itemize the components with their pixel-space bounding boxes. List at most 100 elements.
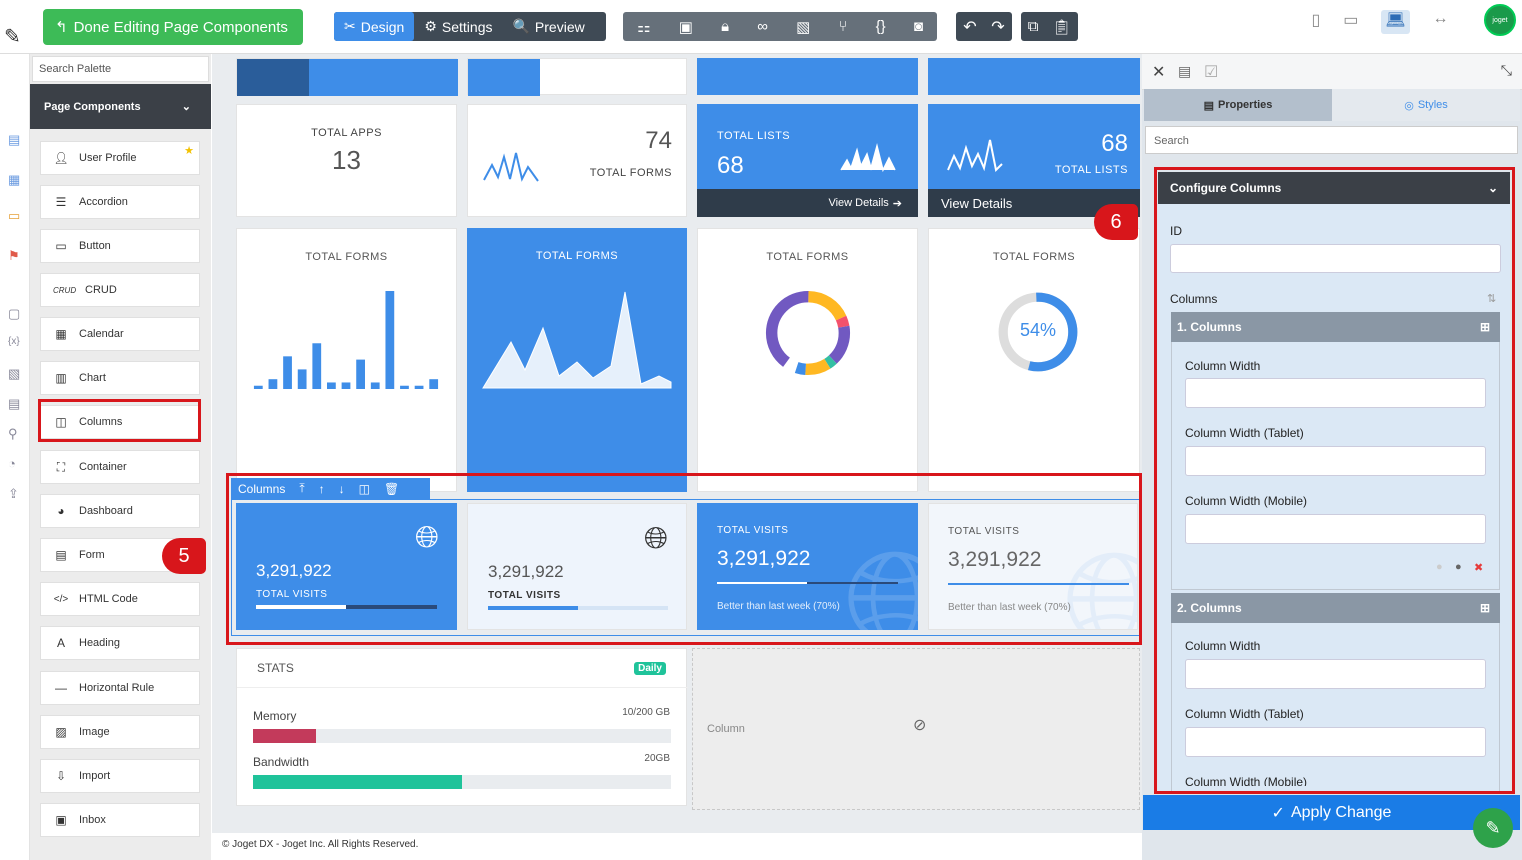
edit-fab-button[interactable]: ✎ [1473, 808, 1513, 848]
bar [312, 343, 322, 389]
device-switcher: ▯ ▭ 💻︎ ↔ [1300, 10, 1460, 34]
export-icon[interactable]: ⇪ [8, 486, 19, 502]
eye-slash-icon[interactable]: ⊘ [913, 715, 926, 735]
highlight-configure-columns [1154, 167, 1515, 794]
redo-icon[interactable]: ↷ [991, 17, 1004, 37]
phone-icon[interactable]: ▯ [1311, 10, 1320, 34]
bar-chart-card[interactable]: TOTAL FORMS [236, 228, 457, 492]
settings-mode-button[interactable]: ⚙ Settings [414, 12, 502, 41]
bar [341, 382, 351, 389]
bar [253, 385, 263, 389]
status-badge: Daily [634, 662, 666, 675]
palette-item-container[interactable]: ⛶ Container [40, 450, 200, 484]
total-forms-card[interactable]: 74 TOTAL FORMS [467, 104, 687, 217]
bandwidth-bar-track [253, 775, 671, 789]
plugin-icon[interactable]: ⚲ [8, 426, 18, 442]
user-icon: 👤︎ [53, 151, 69, 165]
source-icon[interactable]: ▤ [1178, 63, 1191, 80]
donut-chart-card[interactable]: TOTAL FORMS [697, 228, 918, 492]
palette-item-user-profile[interactable]: 👤︎ User Profile ★ [40, 141, 200, 175]
page-icon[interactable]: ▤ [8, 132, 20, 148]
bandwidth-bar-fill [253, 775, 462, 789]
bar [370, 382, 380, 389]
partial-card-3[interactable] [697, 58, 918, 95]
file-icon[interactable]: ▤ [8, 396, 20, 412]
palette-category-header[interactable]: Page Components ⌄ [30, 84, 211, 129]
heading-icon: A [56, 636, 65, 650]
code-icon[interactable]: {} [876, 18, 886, 35]
close-icon[interactable]: ✕ [1152, 62, 1165, 82]
palette-item-dashboard[interactable]: ◕ Dashboard [40, 494, 200, 528]
palette-item-horizontal-rule[interactable]: — Horizontal Rule [40, 671, 200, 705]
copy-icon[interactable]: ⧉ [1028, 18, 1039, 35]
palette-item-inbox[interactable]: ▣ Inbox [40, 803, 200, 837]
crud-icon: CRUD [53, 285, 77, 295]
code-icon: </> [53, 593, 69, 605]
variable-icon[interactable]: {x} [8, 336, 20, 347]
total-apps-card[interactable]: TOTAL APPS 13 [236, 104, 457, 217]
flow-icon[interactable]: ⚑ [8, 248, 20, 264]
collapse-icon[interactable]: ⤡ [1501, 62, 1512, 79]
undo-redo-group: ↶ ↷ [956, 12, 1012, 41]
total-lists-card-2[interactable]: 68 TOTAL LISTS View Details [928, 104, 1140, 217]
inbox-icon: ▣ [55, 813, 67, 827]
chevron-down-icon: ⌄ [181, 101, 191, 113]
palette-item-html-code[interactable]: </> HTML Code [40, 582, 200, 616]
tablet-icon[interactable]: ▭ [1343, 10, 1358, 34]
bar [414, 385, 424, 389]
palette-item-import[interactable]: ⇩ Import [40, 759, 200, 793]
edit-icon[interactable]: ✎ [4, 24, 21, 49]
palette-search-input[interactable]: Search Palette [32, 56, 209, 82]
stats-card[interactable]: STATS Daily Memory 10/200 GB Bandwidth 2… [236, 648, 688, 806]
translate-icon[interactable]: ▧ [796, 18, 810, 36]
tool-button-group: ⚏ ▣ 🔒︎ ∞ ▧ ⑂ {} ◙ [623, 12, 937, 41]
total-lists-card[interactable]: TOTAL LISTS 68 View Details ➔ [697, 104, 918, 217]
highlight-columns-row [226, 473, 1142, 645]
palette-item-heading[interactable]: A Heading [40, 626, 200, 660]
gauge-card[interactable]: TOTAL FORMS 54% [928, 228, 1140, 492]
palette-item-accordion[interactable]: ☰ Accordion [40, 185, 200, 219]
partial-card-2[interactable] [467, 58, 687, 96]
translate-icon[interactable]: ▧ [8, 366, 20, 382]
tab-styles[interactable]: ◎ Styles [1332, 89, 1520, 121]
palette-icon: ◎ [1404, 99, 1414, 112]
laptop-icon[interactable]: 💻︎ [1381, 10, 1410, 34]
done-editing-button[interactable]: ↰ Done Editing Page Components [43, 9, 303, 45]
joget-logo: joget [1484, 4, 1516, 36]
camera-icon[interactable]: ◙ [914, 18, 923, 35]
palette-item-calendar[interactable]: ▦ Calendar [40, 317, 200, 351]
palette-item-crud[interactable]: CRUD CRUD [40, 273, 200, 307]
note-icon[interactable]: ▢ [8, 306, 20, 322]
layout-icon[interactable]: ▣ [679, 18, 693, 36]
area-chart [482, 291, 672, 389]
lock-icon[interactable]: 🔒︎ [721, 18, 729, 35]
gauge-icon[interactable]: ◔ [8, 456, 16, 471]
apply-change-button[interactable]: ✓ Apply Change [1143, 795, 1520, 830]
chart-icon: ▥ [55, 371, 67, 385]
checkbox-icon[interactable]: ☑ [1204, 62, 1218, 82]
empty-column-dropzone[interactable]: Column ⊘ [692, 648, 1140, 810]
sparkline-icon [947, 139, 1003, 173]
palette-item-image[interactable]: ▨ Image [40, 715, 200, 749]
bar [356, 359, 365, 389]
binoculars-icon[interactable]: ∞ [757, 18, 768, 35]
partial-card-4[interactable] [928, 58, 1140, 95]
palette-item-chart[interactable]: ▥ Chart [40, 361, 200, 395]
resize-icon[interactable]: ↔ [1433, 10, 1449, 34]
design-mode-button[interactable]: ✂ Design [334, 12, 415, 41]
annotation-badge-6: 6 [1094, 204, 1138, 240]
palette-item-button[interactable]: ▭ Button [40, 229, 200, 263]
preview-icon: 🔍 [512, 18, 530, 34]
tree-icon[interactable]: ⚏ [637, 18, 650, 36]
monitor-icon[interactable]: ▭ [8, 208, 20, 224]
preview-mode-button[interactable]: 🔍 Preview [502, 12, 594, 41]
area-chart-card[interactable]: TOTAL FORMS [467, 228, 687, 492]
table-icon[interactable]: ▦ [8, 172, 20, 188]
branch-icon[interactable]: ⑂ [838, 18, 847, 35]
paste-icon[interactable]: 📋︎ [1052, 18, 1071, 36]
view-details-link[interactable]: View Details ➔ [697, 189, 918, 217]
partial-card-1[interactable] [236, 58, 458, 96]
undo-icon[interactable]: ↶ [963, 17, 976, 37]
properties-search-input[interactable]: Search [1145, 126, 1518, 154]
tab-properties[interactable]: ▤ Properties [1144, 89, 1332, 121]
